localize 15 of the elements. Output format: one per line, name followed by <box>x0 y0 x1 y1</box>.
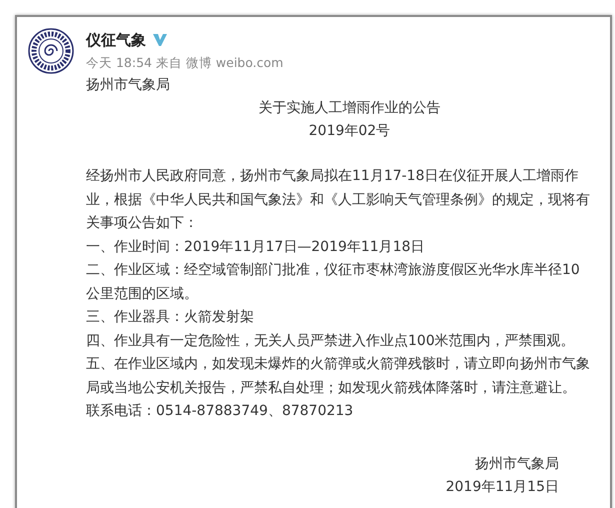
signature-text: 2019年11月15日 <box>446 478 559 496</box>
notice-paragraph: 五、在作业区域内，如发现未爆炸的火箭弹或火箭弹残骸时，请立即向扬州市气象局或当地公安机关报告，严禁私自处理；如发现火箭残体降落时，请注意避让。 <box>86 355 591 398</box>
notice-paragraph: 经扬州市人民政府同意，扬州市气象局拟在11月17-18日在仪征开展人工增雨作业，根据《中华人民共和国气象法》和《人工影响天气管理条例》的规定，现将有关事项公告如下： <box>86 167 591 233</box>
notice-paragraph: 联系电话：0514-87883749、87870213 <box>86 402 354 421</box>
issuer-text: 扬州市气象局 <box>86 76 171 95</box>
avatar-icon[interactable] <box>28 28 74 74</box>
signature-text: 扬州市气象局 <box>475 454 559 474</box>
notice-paragraph: 二、作业区域：经空域管制部门批准，仪征市枣林湾旅游度假区光华水库半径10公里范围的区域。 <box>86 261 581 304</box>
author-name[interactable]: 仪征气象 <box>86 30 146 50</box>
post-meta: 今天 18:54 来自 微博 weibo.com <box>86 54 284 72</box>
notice-paragraph: 四、作业具有一定危险性，无关人员严禁进入作业点100米范围内，严禁围观。 <box>86 332 576 350</box>
notice-title: 关于实施人工增雨作业的公告 <box>258 99 442 118</box>
notice-number: 2019年02号 <box>308 122 392 141</box>
notice-paragraph: 三、作业器具：火箭发射架 <box>86 308 255 327</box>
notice-paragraph: 一、作业时间：2019年11月17日—2019年11月18日 <box>86 238 426 256</box>
